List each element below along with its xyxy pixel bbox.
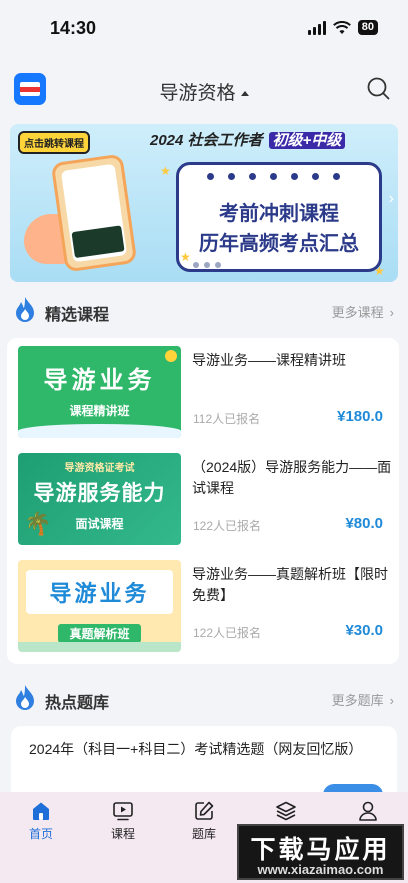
featured-section-title: 精选课程 xyxy=(45,307,110,324)
more-questions-link[interactable]: 更多题库 › xyxy=(332,690,394,709)
chevron-right-icon: › xyxy=(389,305,394,320)
more-questions-label: 更多题库 xyxy=(331,693,384,708)
question-bank-title[interactable]: 2024年（科目一+科目二）考试精选题（网友回忆版） xyxy=(29,738,362,761)
course-item[interactable]: 导游业务 真题解析班 导游业务——真题解析班【限时免费】 122人已报名 ¥30… xyxy=(7,556,399,656)
page-title: 导游资格 xyxy=(159,83,236,104)
home-icon xyxy=(33,802,49,820)
flame-icon xyxy=(16,685,34,710)
thumb-title: 导游服务能力 xyxy=(33,482,166,505)
course-price: ¥30.0 xyxy=(345,622,383,639)
hot-questions-header: 热点题库 更多题库 › xyxy=(0,682,408,716)
banner-highlight: 初级+中级 xyxy=(268,132,346,149)
course-name[interactable]: 导游业务——课程精讲班 xyxy=(192,350,392,371)
watermark-main: 下载马应用 xyxy=(250,836,391,864)
course-price: ¥80.0 xyxy=(345,515,383,532)
course-thumbnail: 导游业务 课程精讲班 xyxy=(18,346,181,438)
wifi-icon xyxy=(332,20,351,34)
more-courses-link[interactable]: 更多课程 › xyxy=(332,302,394,321)
course-thumbnail: 导游业务 真题解析班 xyxy=(18,560,181,652)
tab-question-bank[interactable]: 题库 xyxy=(174,800,234,842)
course-thumbnail: 导游资格证考试 导游服务能力 面试课程 🌴 xyxy=(18,453,181,545)
status-bar: 14:30 80 xyxy=(0,0,408,58)
chevron-right-icon: › xyxy=(389,693,394,708)
star-icon: ★ xyxy=(160,164,171,178)
layers-icon xyxy=(276,801,296,821)
course-name[interactable]: （2024版）导游服务能力——面试课程 xyxy=(192,457,392,499)
signal-icon xyxy=(307,20,326,35)
course-item[interactable]: 导游资格证考试 导游服务能力 面试课程 🌴 （2024版）导游服务能力——面试课… xyxy=(7,449,399,549)
flame-icon xyxy=(16,297,34,322)
banner-pagination xyxy=(193,262,221,268)
user-icon xyxy=(359,801,377,821)
promo-banner[interactable]: 点击跳转课程 2024 社会工作者 初级+中级 考前冲刺课程 历年高频考点汇总 ★… xyxy=(10,124,398,282)
edit-icon xyxy=(195,801,214,820)
tab-home[interactable]: 首页 xyxy=(11,800,71,842)
video-icon xyxy=(113,802,133,821)
app-header: 导游资格 xyxy=(0,58,408,118)
banner-board: 考前冲刺课程 历年高频考点汇总 xyxy=(176,162,382,272)
banner-tag[interactable]: 点击跳转课程 xyxy=(18,131,90,154)
battery-icon: 80 xyxy=(357,20,378,35)
thumb-subtitle: 课程精讲班 xyxy=(69,404,130,418)
course-price: ¥180.0 xyxy=(337,408,383,425)
tab-label: 题库 xyxy=(191,827,216,841)
tab-label: 课程 xyxy=(110,827,135,841)
banner-headline: 2024 社会工作者 初级+中级 xyxy=(150,129,346,150)
star-icon: ★ xyxy=(374,264,385,278)
cloud-decoration xyxy=(18,424,181,438)
course-enrolled: 112人已报名 xyxy=(193,412,261,426)
watermark-sub: www.xiazaimao.com xyxy=(257,862,384,877)
course-name[interactable]: 导游业务——真题解析班【限时免费】 xyxy=(192,564,392,606)
star-icon: ★ xyxy=(180,250,191,264)
sun-icon xyxy=(165,350,177,362)
thumb-subtitle: 真题解析班 xyxy=(58,624,141,643)
chevron-right-icon[interactable]: › xyxy=(389,190,394,208)
status-icons: 80 xyxy=(307,20,378,35)
phone-illustration xyxy=(50,153,138,273)
tab-courses[interactable]: 课程 xyxy=(93,800,153,842)
featured-section-header: 精选课程 更多课程 › xyxy=(0,294,408,328)
banner-line1: 考前冲刺课程 xyxy=(219,203,339,225)
banner-headline-text: 2024 社会工作者 xyxy=(150,132,263,149)
thumb-title: 导游业务 xyxy=(43,367,156,394)
course-list: 导游业务 课程精讲班 导游业务——课程精讲班 112人已报名 ¥180.0 导游… xyxy=(7,338,399,664)
course-enrolled: 122人已报名 xyxy=(193,626,262,640)
status-time: 14:30 xyxy=(50,18,97,38)
palm-tree-icon: 🌴 xyxy=(24,511,52,536)
search-icon[interactable] xyxy=(366,76,390,100)
caret-down-icon xyxy=(240,91,249,96)
course-item[interactable]: 导游业务 课程精讲班 导游业务——课程精讲班 112人已报名 ¥180.0 xyxy=(7,342,399,442)
tab-label: 首页 xyxy=(28,827,53,841)
thumb-top-text: 导游资格证考试 xyxy=(64,463,135,474)
category-selector[interactable]: 导游资格 xyxy=(0,78,408,105)
more-courses-label: 更多课程 xyxy=(331,305,384,320)
course-enrolled: 122人已报名 xyxy=(193,519,262,533)
hot-questions-title: 热点题库 xyxy=(45,695,110,712)
watermark-logo: 下载马应用 www.xiazaimao.com xyxy=(237,824,404,880)
banner-line2: 历年高频考点汇总 xyxy=(199,233,359,255)
grass-decoration xyxy=(18,642,181,652)
thumb-title: 导游业务 xyxy=(49,581,150,606)
